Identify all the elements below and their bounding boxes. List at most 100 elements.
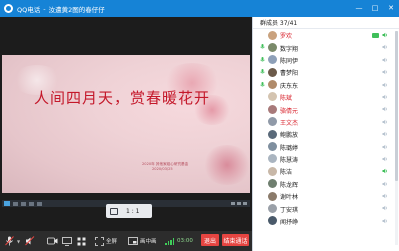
member-scrollbar[interactable] (395, 31, 398, 245)
ratio-label: 1 : 1 (126, 207, 140, 215)
member-name: 曹梦阳 (280, 70, 299, 78)
volume-icon (382, 45, 387, 50)
microphone-icon (5, 236, 14, 246)
member-name: 陈斌 (280, 95, 293, 103)
member-name: 鲍鹏放 (280, 132, 299, 140)
scrollbar-thumb[interactable] (395, 31, 398, 181)
member-row[interactable]: 闻抒峥 (253, 215, 399, 227)
mute-mic-button[interactable] (5, 236, 14, 246)
member-name: 陈同伊 (280, 57, 299, 65)
tray-icon (237, 202, 241, 205)
member-row[interactable]: 王文杰 (253, 116, 399, 128)
timer-value: 03:00 (177, 238, 193, 244)
member-name: 丁安琪 (280, 206, 299, 214)
picture-in-picture-button[interactable]: 画中画 (128, 236, 157, 246)
slide-date: 2020/03/25 (152, 167, 173, 171)
member-name: 谢叶林 (280, 194, 299, 202)
member-name: 骆倩元 (280, 107, 299, 115)
avatar (268, 55, 277, 65)
member-name: 陈慧涛 (280, 157, 299, 165)
end-call-button[interactable]: 结束通话 (222, 234, 249, 246)
aspect-ratio-button[interactable]: 1 : 1 (106, 204, 152, 218)
member-row[interactable]: 丁安琪 (253, 202, 399, 214)
monitor-icon (62, 236, 72, 246)
close-icon[interactable]: ✕ (386, 3, 396, 13)
member-name: 庆东东 (280, 82, 299, 90)
ratio-icon (110, 207, 118, 215)
volume-icon (382, 169, 387, 174)
fullscreen-button[interactable]: 全屏 (95, 236, 117, 246)
taskbar-app-icon (13, 201, 18, 206)
window-title: 汝遭黄2图的春仔仔 (48, 5, 105, 14)
volume-icon (382, 32, 387, 38)
app-name: QQ电话 (17, 5, 41, 14)
screen-share-area: 人间四月天，赏春暖花开 2020年 其他家组心研究基金 2020/03/25 1… (0, 17, 252, 231)
member-name: 罗欢 (280, 33, 293, 41)
chevron-down-icon: ▼ (17, 238, 21, 244)
member-count: 群成员 37/41 (253, 17, 399, 29)
volume-icon (382, 181, 387, 186)
more-apps-button[interactable] (77, 236, 86, 246)
avatar (268, 179, 277, 189)
volume-icon (382, 131, 387, 137)
avatar (268, 191, 277, 201)
member-panel: 群成员 37/41 罗欢数字翔陈同伊曹梦阳庆东东陈斌骆倩元王文杰鲍鹏放陈璐婷陈慧… (252, 17, 399, 251)
avatar (268, 92, 277, 102)
mute-speaker-button[interactable] (25, 236, 35, 246)
volume-icon (382, 69, 387, 75)
pip-icon (128, 237, 138, 245)
maximize-icon[interactable]: □ (370, 3, 380, 13)
camera-button[interactable] (47, 236, 58, 246)
volume-icon (382, 206, 387, 211)
shared-slide: 人间四月天，赏春暖花开 2020年 其他家组心研究基金 2020/03/25 (2, 55, 250, 193)
member-row[interactable]: 谢叶林 (253, 190, 399, 202)
member-row[interactable]: 骆倩元 (253, 103, 399, 115)
member-row[interactable]: 陈璐婷 (253, 141, 399, 153)
taskbar-app-icon (21, 201, 26, 206)
volume-icon (382, 193, 387, 199)
member-row[interactable]: 陈龙辉 (253, 178, 399, 190)
taskbar-app-icon (29, 201, 34, 206)
volume-icon (382, 156, 387, 162)
member-row[interactable]: 曹梦阳 (253, 66, 399, 78)
member-row[interactable]: 陈同伊 (253, 54, 399, 66)
member-name: 王文杰 (280, 119, 299, 127)
member-row[interactable]: 庆东东 (253, 79, 399, 91)
call-timer: 03:00 (165, 236, 193, 246)
volume-icon (382, 119, 387, 124)
title-bar: QQ电话 - 汝遭黄2图的春仔仔 — □ ✕ (0, 0, 399, 17)
qq-call-logo-icon (4, 4, 13, 13)
member-row[interactable]: 陈慧涛 (253, 153, 399, 165)
windows-start-icon (4, 201, 10, 206)
avatar (268, 203, 277, 213)
avatar (268, 42, 277, 52)
blossom-decoration (202, 145, 250, 185)
member-row[interactable]: 数字翔 (253, 41, 399, 53)
fullscreen-label: 全屏 (106, 239, 118, 245)
camera-icon (47, 237, 58, 245)
screen-share-button[interactable] (62, 236, 72, 246)
signal-icon (165, 237, 174, 245)
title-separator: - (43, 4, 46, 13)
member-name: 数字翔 (280, 45, 299, 53)
pip-label: 画中画 (140, 239, 157, 245)
member-row[interactable]: 陈斌 (253, 91, 399, 103)
avatar (268, 216, 277, 226)
exit-button[interactable]: 退出 (201, 234, 219, 246)
fullscreen-icon (95, 236, 104, 246)
grid-icon (77, 237, 86, 245)
volume-icon (382, 107, 387, 112)
avatar (268, 117, 277, 127)
member-name: 陈璐婷 (280, 144, 299, 152)
member-row[interactable]: 鲍鹏放 (253, 128, 399, 140)
member-row[interactable]: 罗欢 (253, 29, 399, 41)
member-name: 陈洁 (280, 169, 293, 177)
member-list: 罗欢数字翔陈同伊曹梦阳庆东东陈斌骆倩元王文杰鲍鹏放陈璐婷陈慧涛陈洁 陈龙辉谢叶林丁… (253, 29, 399, 227)
avatar (268, 154, 277, 164)
mic-options-button[interactable]: ▼ (17, 236, 20, 246)
avatar (268, 129, 277, 139)
avatar (268, 104, 277, 114)
avatar (268, 142, 277, 152)
member-row[interactable]: 陈洁 (253, 165, 399, 177)
minimize-icon[interactable]: — (354, 3, 364, 13)
